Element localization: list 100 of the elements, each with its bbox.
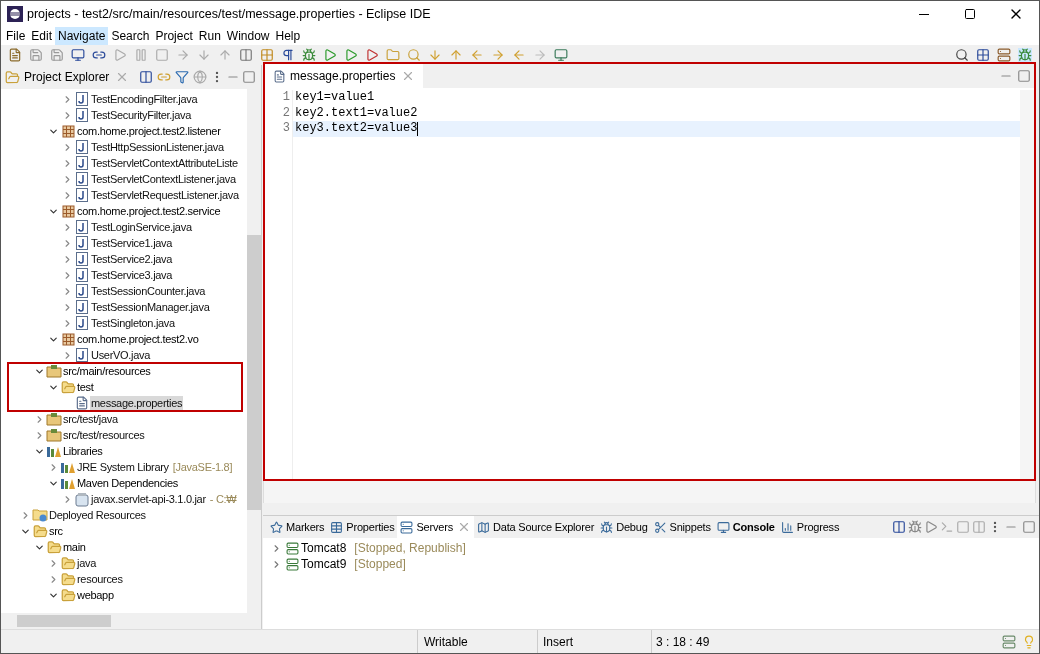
tree-item[interactable]: TestServletContextListener.java (90, 171, 237, 187)
tree-item[interactable]: UserVO.java (90, 347, 152, 363)
tree-item[interactable]: TestSingleton.java (90, 315, 176, 331)
status-text: Writable (417, 630, 537, 653)
horizontal-scrollbar[interactable] (263, 481, 1036, 503)
tree-item[interactable]: Deployed Resources (48, 507, 147, 523)
tree-item[interactable]: resources (76, 571, 124, 587)
tree-item-note: [JavaSE-1.8] (172, 459, 233, 475)
menu-item[interactable]: Edit (28, 27, 56, 45)
tree-item[interactable]: TestSessionCounter.java (90, 283, 207, 299)
tree-item[interactable]: TestServletContextAttributeListe (90, 155, 239, 171)
view-tab[interactable]: Properties (346, 518, 395, 536)
line-number: 3 (282, 121, 290, 137)
view-tab[interactable]: Console (732, 518, 775, 536)
folder-icon (60, 571, 76, 587)
view-tab[interactable]: Markers (286, 518, 325, 536)
folder-icon (60, 555, 76, 571)
server-status: [Stopped, Republish] (354, 540, 466, 557)
tree-item[interactable]: TestService1.java (90, 235, 174, 251)
package-icon (61, 204, 75, 218)
code-line: key2.text1=value2 (295, 105, 418, 121)
tree-item[interactable]: TestLoginService.java (90, 219, 193, 235)
servers-icon (400, 520, 414, 534)
horizontal-scrollbar[interactable] (1, 613, 261, 629)
maximize-icon[interactable] (1017, 69, 1031, 83)
tree-item[interactable]: Libraries (62, 443, 104, 459)
vertical-scrollbar[interactable] (1020, 90, 1034, 479)
line-number: 1 (282, 90, 290, 106)
source-folder-icon (46, 412, 62, 426)
java-file-icon (76, 156, 88, 170)
tree-item[interactable]: TestServletRequestListener.java (90, 187, 240, 203)
tree-item[interactable]: src/test/java (62, 411, 119, 427)
folder-icon (32, 523, 48, 539)
tree-item[interactable]: TestEncodingFilter.java (90, 91, 199, 107)
view-tab[interactable]: Snippets (669, 518, 711, 536)
file-icon (273, 69, 286, 83)
package-icon (61, 124, 75, 138)
tree-item[interactable]: webapp (76, 587, 115, 603)
source-folder-icon (46, 364, 62, 378)
tree-item[interactable]: com.home.project.test2.listener (76, 123, 222, 139)
view-tab[interactable]: Progress (796, 518, 840, 536)
java-file-icon (76, 236, 88, 250)
view-tab[interactable]: Data Source Explorer (492, 518, 595, 536)
tree-item[interactable]: src/test/resources (62, 427, 146, 443)
tree-item[interactable]: src (48, 523, 64, 539)
app-logo-icon (7, 6, 23, 22)
tree-item[interactable]: javax.servlet-api-3.1.0.jar (90, 491, 207, 507)
code-line: key3.text2=value3 (295, 121, 418, 137)
java-file-icon (76, 252, 88, 266)
server-name[interactable]: Tomcat8 (301, 539, 347, 557)
cursor-position: 3 : 18 : 49 (651, 630, 766, 653)
source-folder-icon (46, 428, 62, 442)
tree-item[interactable]: TestHttpSessionListener.java (90, 139, 225, 155)
java-file-icon (76, 348, 88, 362)
folder-icon (60, 587, 76, 603)
tree-item[interactable]: com.home.project.test2.vo (76, 331, 200, 347)
tree-item[interactable]: TestSecurityFilter.java (90, 107, 193, 123)
text-cursor (417, 121, 419, 136)
tree-item[interactable]: message.properties (90, 395, 184, 411)
java-file-icon (76, 92, 88, 106)
java-file-icon (76, 300, 88, 314)
link-editor-icon[interactable] (157, 70, 171, 84)
tip-icon[interactable] (1022, 634, 1036, 649)
menu-item[interactable]: Navigate (55, 27, 109, 45)
menu-item[interactable]: Run (195, 27, 224, 45)
console-icon (716, 520, 730, 534)
tree-item[interactable]: com.home.project.test2.service (76, 203, 222, 219)
java-file-icon (76, 188, 88, 202)
filter-icon[interactable] (175, 70, 189, 84)
maximize-icon[interactable] (1022, 520, 1036, 534)
tree-item[interactable]: TestSessionManager.java (90, 299, 211, 315)
tree-item[interactable]: test (76, 379, 95, 395)
tree-item[interactable]: main (62, 539, 87, 555)
server-status: [Stopped] (354, 556, 406, 573)
folder-icon (46, 539, 62, 555)
tree-item[interactable]: Maven Dependencies (76, 475, 179, 491)
window-title: projects - test2/src/main/resources/test/message.properties - Eclipse IDE (27, 5, 431, 23)
library-icon (60, 460, 76, 474)
view-tab[interactable]: Debug (616, 518, 648, 536)
menu-item[interactable]: Search (108, 27, 153, 45)
library-icon (60, 476, 76, 490)
tree-item[interactable]: src/main/resources (62, 363, 152, 379)
maximize-icon[interactable] (242, 70, 256, 84)
menu-item[interactable]: File (3, 27, 29, 45)
stop-server-icon[interactable] (956, 520, 970, 534)
tree-item[interactable]: TestService3.java (90, 267, 174, 283)
code-line: key1=value1 (295, 90, 375, 106)
tree-item[interactable]: java (76, 555, 97, 571)
debug-perspective-icon[interactable] (1015, 46, 1035, 64)
server-icon (286, 541, 299, 555)
server-icon (286, 557, 299, 571)
project-explorer-icon (5, 69, 20, 85)
server-name[interactable]: Tomcat9 (301, 555, 347, 573)
menu-item[interactable]: Help (272, 27, 304, 45)
tree-item[interactable]: TestService2.java (90, 251, 174, 267)
java-file-icon (76, 268, 88, 282)
tree-item[interactable]: JRE System Library (76, 459, 170, 475)
menu-item[interactable]: Project (152, 27, 196, 45)
menu-item[interactable]: Window (223, 27, 273, 45)
file-icon (75, 396, 89, 410)
